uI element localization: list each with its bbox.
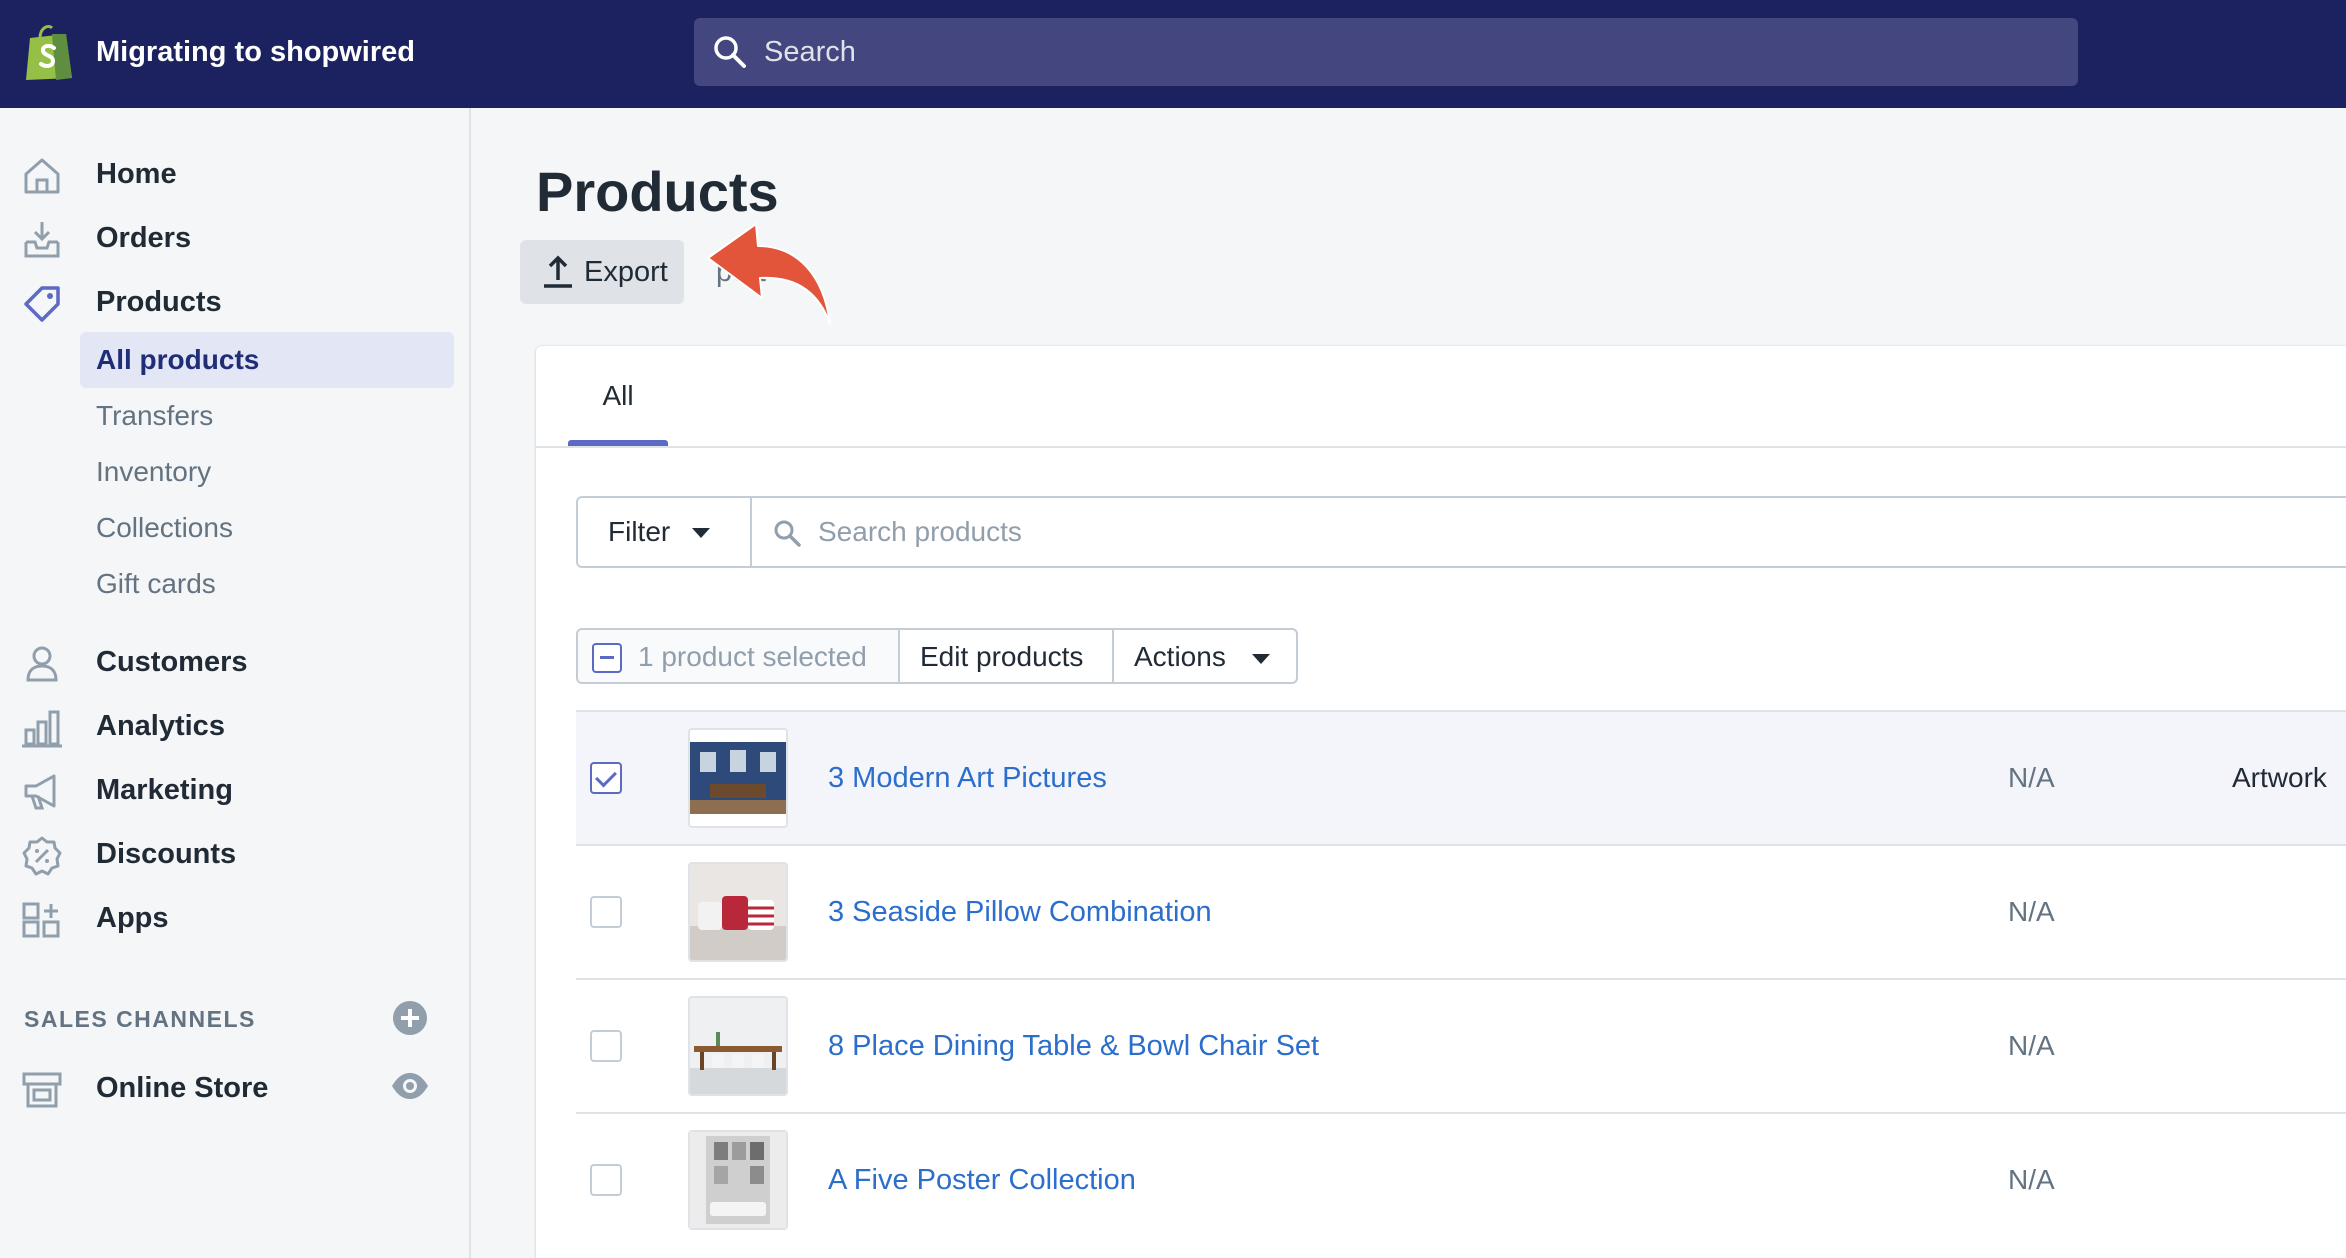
row-checkbox[interactable] — [590, 1164, 622, 1196]
sidebar-item-apps[interactable]: Apps — [0, 892, 470, 944]
sidebar-subitem-label: Gift cards — [96, 568, 216, 599]
product-thumbnail[interactable] — [688, 1130, 788, 1230]
product-name-link[interactable]: 3 Modern Art Pictures — [828, 760, 1107, 796]
orders-inbox-icon — [24, 222, 60, 258]
caret-down-icon — [692, 528, 710, 538]
product-inventory: N/A — [2008, 1030, 2055, 1061]
sidebar-item-customers[interactable]: Customers — [0, 636, 470, 688]
sidebar-item-label: Discounts — [96, 838, 237, 870]
sidebar-item-label: Marketing — [96, 774, 233, 806]
discount-badge-icon — [22, 836, 62, 876]
table-row[interactable]: A Five Poster Collection N/A — [576, 1112, 2346, 1246]
sidebar-item-label: Customers — [96, 646, 248, 678]
product-thumbnail[interactable] — [688, 728, 788, 828]
edit-products-label: Edit products — [920, 641, 1084, 672]
actions-label: Actions — [1134, 641, 1226, 672]
global-search-input[interactable]: Search — [694, 18, 2078, 86]
export-upload-icon — [544, 255, 572, 288]
apps-grid-icon — [22, 902, 60, 938]
search-icon — [714, 36, 746, 68]
filter-label: Filter — [608, 516, 671, 547]
product-image-posters — [690, 1132, 786, 1228]
edit-products-button[interactable]: Edit products — [898, 628, 1114, 684]
product-image-art-room — [690, 742, 786, 814]
store-icon — [22, 1072, 62, 1108]
products-table: 3 Modern Art Pictures N/A Artwork 3 Seas — [576, 710, 2346, 1246]
sidebar-item-marketing[interactable]: Marketing — [0, 764, 470, 816]
top-bar: Migrating to shopwired Search — [0, 0, 2346, 108]
filter-dropdown-button[interactable]: Filter — [576, 496, 752, 568]
actions-dropdown-button[interactable]: Actions — [1112, 628, 1298, 684]
sidebar-item-label: Products — [96, 286, 222, 318]
export-button[interactable]: Export — [520, 240, 684, 304]
table-row[interactable]: 3 Modern Art Pictures N/A Artwork — [576, 710, 2346, 844]
sidebar-subitem-inventory[interactable]: Inventory — [80, 444, 454, 500]
sidebar-subitem-label: Transfers — [96, 400, 214, 431]
page-title: Products — [536, 160, 779, 223]
product-inventory: N/A — [2008, 896, 2055, 927]
export-button-label: Export — [584, 256, 668, 288]
sidebar-item-discounts[interactable]: Discounts — [0, 828, 470, 880]
sidebar-subitem-gift-cards[interactable]: Gift cards — [80, 556, 454, 612]
product-inventory: N/A — [2008, 1164, 2055, 1195]
product-name-link[interactable]: 8 Place Dining Table & Bowl Chair Set — [828, 1028, 1319, 1064]
sidebar-item-label: Orders — [96, 222, 192, 254]
home-icon — [24, 158, 60, 194]
sidebar-subitem-label: Collections — [96, 512, 233, 543]
person-icon — [26, 646, 58, 682]
caret-down-icon — [1252, 654, 1270, 664]
sidebar-item-analytics[interactable]: Analytics — [0, 700, 470, 752]
tab-label: All — [602, 380, 634, 411]
row-checkbox[interactable] — [590, 762, 622, 794]
sidebar-item-label: Apps — [96, 902, 169, 934]
sidebar-subitem-label: Inventory — [96, 456, 212, 487]
bulk-select-toggle[interactable]: 1 product selected — [576, 628, 900, 684]
products-card: All Filter 1 product selected Edit produ… — [536, 346, 2346, 1258]
table-row[interactable]: 8 Place Dining Table & Bowl Chair Set N/… — [576, 978, 2346, 1112]
tag-icon — [24, 286, 60, 322]
row-checkbox[interactable] — [590, 896, 622, 928]
sidebar: Home Orders Products All products Transf… — [0, 108, 471, 1258]
tab-all[interactable]: All — [568, 346, 668, 446]
store-name[interactable]: Migrating to shopwired — [96, 32, 415, 72]
tab-divider — [536, 446, 2346, 448]
sidebar-item-orders[interactable]: Orders — [0, 212, 470, 264]
megaphone-icon — [24, 774, 56, 810]
product-image-pillows — [690, 864, 786, 960]
sidebar-item-label: Home — [96, 158, 177, 190]
annotation-arrow-icon — [707, 223, 831, 325]
table-row[interactable]: 3 Seaside Pillow Combination N/A — [576, 844, 2346, 978]
deselect-checkbox[interactable] — [592, 643, 622, 673]
global-search-placeholder: Search — [764, 36, 856, 68]
bar-chart-icon — [22, 710, 62, 748]
sidebar-subitem-transfers[interactable]: Transfers — [80, 388, 454, 444]
product-name-link[interactable]: A Five Poster Collection — [828, 1162, 1136, 1198]
add-sales-channel-plus-icon[interactable] — [392, 1000, 428, 1036]
selected-count-label: 1 product selected — [638, 641, 867, 672]
search-icon — [774, 520, 801, 547]
sidebar-subitem-label: All products — [96, 344, 260, 375]
sidebar-item-label: Analytics — [96, 710, 225, 742]
view-online-store-eye-icon[interactable] — [390, 1066, 430, 1106]
sidebar-item-products[interactable]: Products — [0, 276, 470, 328]
search-products-field[interactable] — [750, 496, 2346, 568]
product-image-dining-set — [690, 998, 786, 1094]
product-name-link[interactable]: 3 Seaside Pillow Combination — [828, 894, 1212, 930]
shopify-bag-icon[interactable] — [22, 22, 76, 82]
product-thumbnail[interactable] — [688, 996, 788, 1096]
sales-channels-heading: SALES CHANNELS — [24, 1006, 256, 1032]
row-checkbox[interactable] — [590, 1030, 622, 1062]
product-inventory: N/A — [2008, 762, 2055, 793]
sidebar-subitem-all-products[interactable]: All products — [80, 332, 454, 388]
product-type: Artwork — [2232, 762, 2327, 793]
sidebar-item-label: Online Store — [96, 1072, 269, 1104]
sidebar-item-home[interactable]: Home — [0, 148, 470, 200]
product-thumbnail[interactable] — [688, 862, 788, 962]
sidebar-subitem-collections[interactable]: Collections — [80, 500, 454, 556]
search-products-input[interactable] — [818, 512, 2218, 552]
